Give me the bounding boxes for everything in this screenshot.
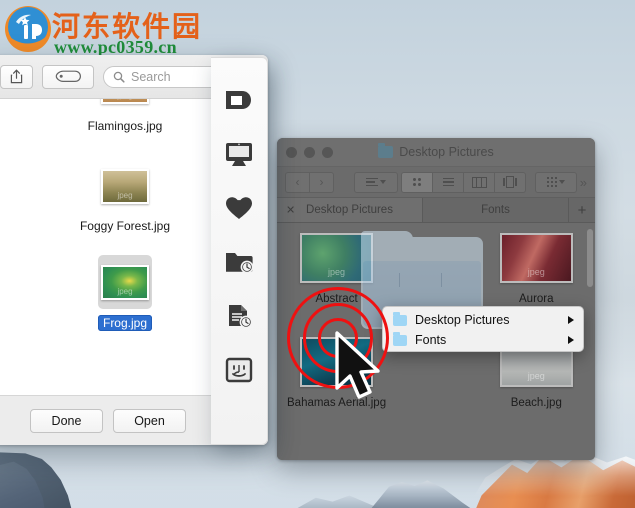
site-watermark: 河东软件园 www.pc0359.cn: [0, 0, 220, 58]
chevron-down-icon: [559, 180, 566, 184]
tab-desktop-pictures[interactable]: ✕ Desktop Pictures: [277, 198, 423, 222]
traffic-lights[interactable]: [286, 147, 333, 158]
thumbnail-badge: jpeg: [527, 371, 545, 381]
coverflow-view-button[interactable]: [495, 171, 526, 193]
thumbnail-badge: jpeg: [527, 267, 545, 277]
file-name: Aurora: [519, 293, 554, 305]
folder-icon: [393, 331, 407, 346]
desktop-display-icon: [226, 143, 252, 166]
file-thumbnail: jpeg: [499, 233, 573, 283]
column-view-button[interactable]: [464, 171, 495, 193]
sidebar-item-finder[interactable]: [222, 356, 256, 384]
zoom-button[interactable]: [322, 147, 333, 158]
list-view-icon: [442, 177, 454, 187]
search-placeholder: Search: [131, 69, 171, 84]
recent-documents-clock-icon: [229, 305, 253, 329]
thumbnail-badge: jpeg: [117, 190, 133, 200]
selection-highlight: jpeg: [98, 255, 152, 309]
action-button[interactable]: [535, 171, 577, 193]
chevron-down-icon: [380, 180, 386, 184]
file-thumbnail: [300, 337, 374, 387]
sidebar-item-desktop[interactable]: [222, 140, 256, 168]
double-chevron-right-icon[interactable]: »: [580, 175, 587, 190]
column-view-icon: [471, 176, 487, 188]
folder-icon: [378, 143, 394, 158]
file-thumbnail: jpeg: [101, 168, 149, 204]
file-thumbnail: jpeg: [300, 233, 374, 283]
recent-folders-clock-icon: [226, 253, 254, 274]
forward-button[interactable]: ›: [310, 171, 334, 193]
finder-face-icon: [225, 357, 253, 383]
open-button[interactable]: Open: [113, 408, 186, 433]
list-view-button[interactable]: [433, 171, 464, 193]
arrange-by-icon: [366, 177, 378, 187]
file-name: Bahamas Aerial.jpg: [287, 397, 387, 409]
tag-folder-icon: [226, 91, 251, 109]
file-name: Beach.jpg: [510, 397, 562, 409]
finder-window-title: Desktop Pictures: [399, 145, 494, 159]
tab-fonts[interactable]: Fonts: [423, 198, 569, 222]
triangle-right-icon: [568, 336, 574, 344]
finder-toolbar[interactable]: ‹ › »: [277, 167, 595, 198]
arrange-by-button[interactable]: [354, 171, 398, 193]
tag-icon: [55, 70, 81, 82]
icon-view-button[interactable]: [401, 171, 433, 193]
finder-titlebar[interactable]: Desktop Pictures: [277, 138, 595, 167]
tab-label: Fonts: [481, 204, 510, 216]
finder-window[interactable]: Desktop Pictures ‹ › » ✕ Desktop Picture…: [277, 138, 595, 460]
sidebar-item-tags[interactable]: [222, 86, 256, 114]
share-button[interactable]: [0, 64, 33, 89]
search-icon: [113, 71, 125, 83]
sidebar-icon-strip[interactable]: [211, 57, 268, 445]
icon-view-icon: [413, 178, 421, 186]
sidebar-item-recent-folders[interactable]: [222, 248, 256, 276]
file-name: Abstract: [315, 293, 358, 305]
finder-tab-bar[interactable]: ✕ Desktop Pictures Fonts +: [277, 198, 595, 223]
back-button[interactable]: ‹: [285, 171, 310, 193]
menu-item-label: Desktop Pictures: [415, 313, 510, 327]
thumbnail-badge: jpeg: [103, 99, 147, 100]
menu-item-desktop-pictures[interactable]: Desktop Pictures: [383, 310, 583, 330]
file-item-placeholder: [388, 337, 485, 441]
tab-label: Desktop Pictures: [306, 204, 393, 216]
file-item[interactable]: Bahamas Aerial.jpg: [287, 337, 386, 441]
folder-icon: [393, 311, 407, 326]
file-name: Frog.jpg: [97, 315, 153, 331]
menu-item-fonts[interactable]: Fonts: [383, 330, 583, 350]
menu-item-label: Fonts: [415, 333, 447, 347]
close-icon[interactable]: ✕: [286, 204, 295, 217]
file-name: Foggy Forest.jpg: [79, 219, 171, 233]
watermark-chinese-text: 河东软件园: [52, 10, 203, 43]
minimize-button[interactable]: [304, 147, 315, 158]
file-thumbnail: jpeg: [101, 99, 149, 104]
file-name: Flamingos.jpg: [87, 119, 163, 133]
triangle-right-icon: [568, 316, 574, 324]
nav-buttons[interactable]: ‹ ›: [285, 171, 334, 193]
sidebar-item-favorites[interactable]: [222, 194, 256, 222]
tag-button[interactable]: [42, 64, 94, 89]
thumbnail-badge: jpeg: [117, 286, 133, 296]
action-gear-icon: [546, 176, 558, 188]
sidebar-item-recent-documents[interactable]: [222, 302, 256, 330]
context-menu[interactable]: Desktop Pictures Fonts: [382, 306, 584, 352]
view-mode-segmented-control[interactable]: [401, 171, 526, 193]
close-button[interactable]: [286, 147, 297, 158]
plus-icon[interactable]: +: [569, 198, 595, 222]
file-item[interactable]: jpeg Beach.jpg: [488, 337, 585, 441]
thumbnail-badge: jpeg: [328, 267, 346, 277]
done-button[interactable]: Done: [30, 408, 103, 433]
cover-flow-view-icon: [503, 176, 517, 188]
screen: Desktop Pictures ‹ › » ✕ Desktop Picture…: [0, 0, 635, 508]
file-item[interactable]: jpeg Abstract: [287, 233, 386, 337]
share-icon: [10, 69, 23, 84]
heart-favorites-icon: [226, 197, 252, 219]
finder-vertical-scrollbar[interactable]: [587, 229, 593, 287]
file-thumbnail: jpeg: [101, 264, 149, 300]
pc0359-logo-icon: [5, 6, 51, 52]
